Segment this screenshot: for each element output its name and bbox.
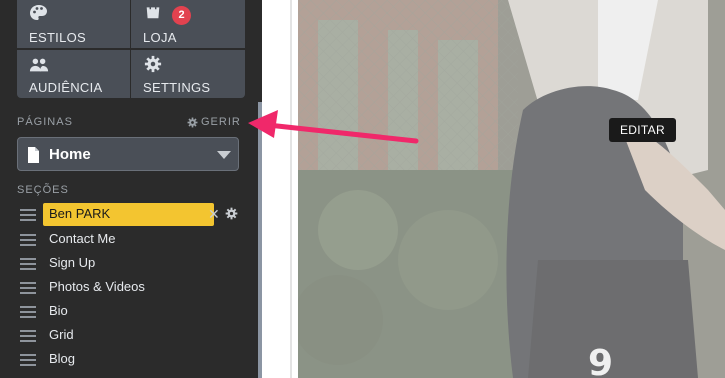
annotation-arrow-icon xyxy=(248,110,419,144)
basketball-player-photo: 9 xyxy=(298,0,725,378)
estilos-label: ESTILOS xyxy=(29,30,87,45)
drag-handle-icon[interactable] xyxy=(20,258,36,270)
cart-count-badge: 2 xyxy=(172,6,191,25)
active-section-highlight[interactable]: Ben PARK xyxy=(43,203,214,226)
gear-icon xyxy=(187,117,198,127)
section-label: Grid xyxy=(49,327,74,342)
drag-handle-icon[interactable] xyxy=(20,330,36,342)
people-icon xyxy=(29,58,49,72)
settings-label: SETTINGS xyxy=(143,80,211,95)
audiencia-label: AUDIÊNCIA xyxy=(29,80,103,95)
selected-page-label: Home xyxy=(49,146,91,163)
gear-icon xyxy=(144,55,162,73)
section-label: Sign Up xyxy=(49,255,96,270)
drag-handle-icon[interactable] xyxy=(20,282,36,294)
section-row-ben-park[interactable]: Ben PARK ✕ xyxy=(17,203,242,226)
section-label: Photos & Videos xyxy=(49,279,145,294)
manage-label: GERIR xyxy=(201,116,241,128)
preview-margin xyxy=(262,0,290,378)
estilos-tile[interactable]: ESTILOS xyxy=(17,0,130,48)
edit-section-tooltip-button[interactable]: EDITAR xyxy=(609,118,676,142)
preview-divider xyxy=(290,0,292,378)
chevron-down-icon xyxy=(217,151,231,159)
section-row-bio[interactable]: Bio xyxy=(17,302,242,322)
site-preview-image[interactable]: 9 xyxy=(298,0,725,378)
audiencia-tile[interactable]: AUDIÊNCIA xyxy=(17,50,130,98)
section-label: Bio xyxy=(49,303,68,318)
loja-tile[interactable]: 2 LOJA xyxy=(131,0,245,48)
sidebar: ESTILOS 2 LOJA AUDIÊNCIA SETTINGS PÁGINA… xyxy=(0,0,262,378)
shopping-bag-icon xyxy=(146,3,160,19)
document-icon xyxy=(28,147,39,163)
section-row-photos-videos[interactable]: Photos & Videos xyxy=(17,278,242,298)
sections-heading: SEÇÕES xyxy=(17,184,69,196)
section-row-grid[interactable]: Grid xyxy=(17,326,242,346)
palette-icon xyxy=(30,5,47,20)
gear-icon[interactable] xyxy=(225,207,238,220)
section-label: Blog xyxy=(49,351,76,366)
drag-handle-icon[interactable] xyxy=(20,354,36,366)
manage-pages-button[interactable]: GERIR xyxy=(187,116,241,128)
section-label: Ben PARK xyxy=(49,206,111,221)
section-row-blog[interactable]: Blog xyxy=(17,350,242,370)
section-row-contact-me[interactable]: Contact Me xyxy=(17,230,242,250)
drag-handle-icon[interactable] xyxy=(20,234,36,246)
drag-handle-icon[interactable] xyxy=(20,306,36,318)
section-label: Contact Me xyxy=(49,231,116,246)
page-selector-dropdown[interactable]: Home xyxy=(17,137,239,171)
loja-label: LOJA xyxy=(143,30,177,45)
section-row-sign-up[interactable]: Sign Up xyxy=(17,254,242,274)
delete-section-icon[interactable]: ✕ xyxy=(208,206,220,223)
drag-handle-icon[interactable] xyxy=(20,209,36,221)
pages-heading: PÁGINAS xyxy=(17,116,73,128)
settings-tile[interactable]: SETTINGS xyxy=(131,50,245,98)
